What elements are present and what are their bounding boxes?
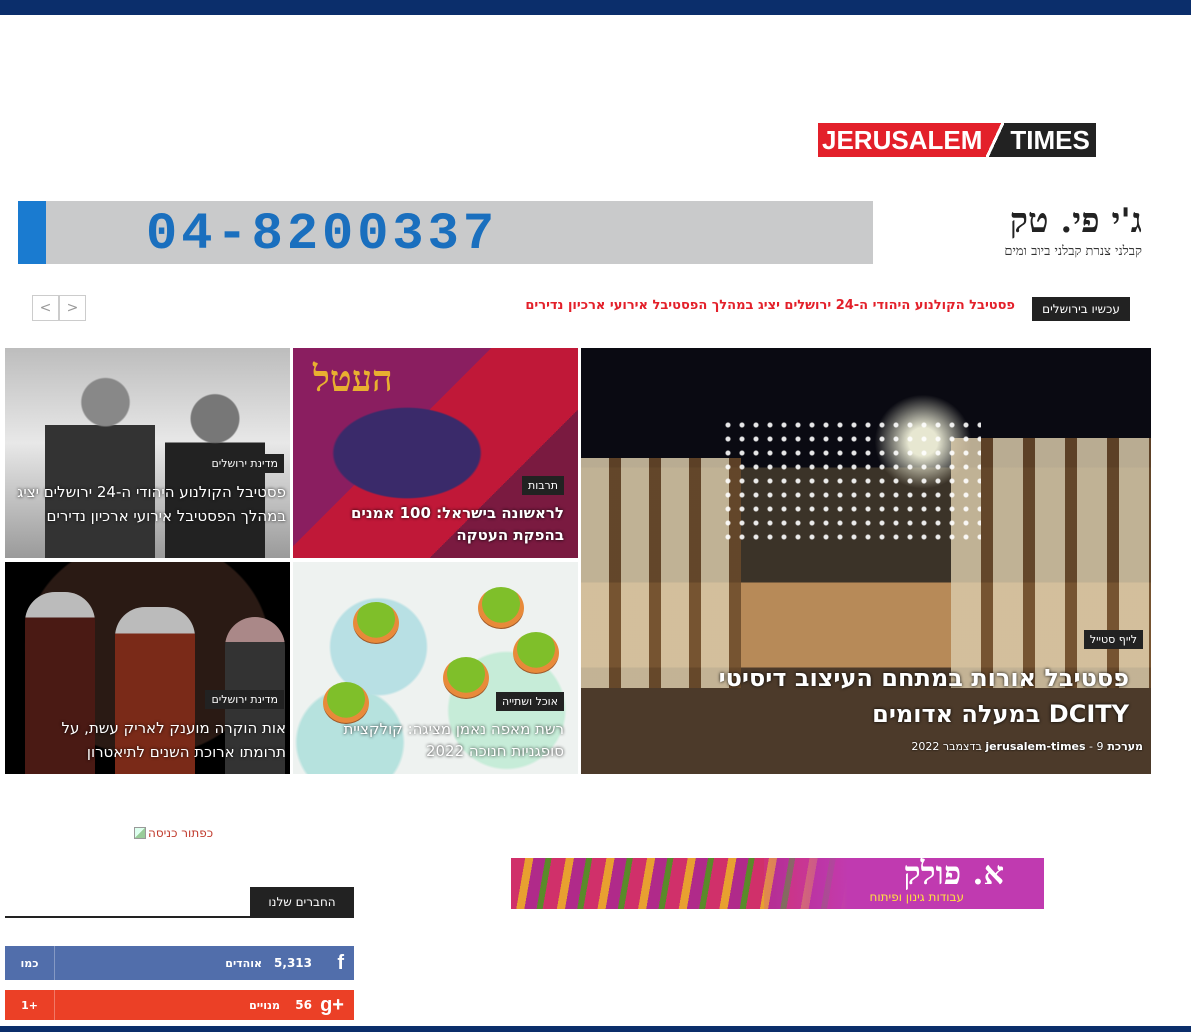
googleplus-plus-one-button[interactable]: 1+ <box>5 990 55 1020</box>
tile-headline[interactable]: פסטיבל הקולנוע היהודי ה-24 ירושלים יציג … <box>11 480 286 528</box>
friends-section-title: החברים שלנו <box>250 887 354 917</box>
ad-brand: א. פולק <box>903 858 1004 892</box>
friends-divider <box>5 916 354 918</box>
header-banner-ad[interactable]: 04-8200337 ג'י פי. טק קבלני צנרת קבלני ב… <box>18 201 1152 264</box>
tile-image-pastry <box>443 657 489 699</box>
category-badge[interactable]: מדינת ירושלים <box>205 690 284 709</box>
entry-button-image[interactable]: כפתור כניסה <box>134 826 213 840</box>
byline-author[interactable]: מערכת jerusalem-times <box>985 740 1143 753</box>
logo-part-1: JERUSALEM <box>818 123 987 157</box>
tile-headline[interactable]: לראשונה בישראל: 100 אמנים בהפקת העטקה <box>304 502 564 546</box>
site-logo[interactable]: JERUSALEM TIMES <box>818 123 1096 157</box>
tile-image-pastry <box>513 632 559 674</box>
tile-image-person-1 <box>45 368 155 558</box>
logo-part-2: TIMES <box>1004 123 1096 157</box>
banner-tagline: קבלני צנרת קבלני ביוב ומים <box>1004 244 1142 259</box>
bottom-bar <box>0 1026 1191 1032</box>
top-bar <box>0 0 1191 15</box>
tile-headline[interactable]: אות הוקרה מוענק לאריק עשת, על תרומתו ארו… <box>11 716 287 764</box>
sidebar-ad-banner[interactable]: א. פולק עבודות גינון ופיתוח <box>511 858 1044 909</box>
ticker-headline-link[interactable]: פסטיבל הקולנוע היהודי ה-24 ירושלים יציג … <box>525 298 1015 313</box>
ticker-pager: < > <box>32 295 86 321</box>
ticker-label: עכשיו בירושלים <box>1032 297 1130 321</box>
ticker-next-button[interactable]: > <box>59 295 86 321</box>
googleplus-icon[interactable]: g+ <box>320 994 344 1017</box>
featured-tile-main[interactable]: לייף סטייל פסטיבל אורות במתחם העיצוב דיס… <box>581 348 1151 774</box>
ad-tagline: עבודות גינון ופיתוח <box>869 890 964 904</box>
tile-byline: מערכת jerusalem-times - 9 בדצמבר 2022 <box>911 740 1143 753</box>
logo-separator <box>986 123 1005 157</box>
broken-image-icon <box>134 827 146 839</box>
googleplus-count: 56 <box>295 998 312 1012</box>
tile-image-building-left <box>581 458 741 688</box>
facebook-counter: כמו אוהדים 5,313 f <box>5 946 354 980</box>
facebook-like-button[interactable]: כמו <box>5 946 55 980</box>
facebook-count: 5,313 <box>274 956 312 970</box>
entry-button-alt-text: כפתור כניסה <box>148 826 214 840</box>
facebook-count-label: אוהדים <box>225 956 262 970</box>
tile-headline[interactable]: פסטיבל אורות במתחם העיצוב דיסיטי DCITY ב… <box>649 660 1129 732</box>
banner-phone: 04-8200337 <box>146 205 499 264</box>
tile-image-pastry <box>353 602 399 644</box>
ticker-prev-button[interactable]: < <box>32 295 59 321</box>
category-badge[interactable]: תרבות <box>521 476 564 495</box>
tile-image-title-art: העטל <box>313 358 393 400</box>
googleplus-count-label: מנויים <box>249 998 280 1012</box>
featured-tile-food[interactable]: אוכל ושתייה רשת מאפה נאמן מציגה: קולקציי… <box>293 562 578 774</box>
category-badge[interactable]: מדינת ירושלים <box>205 454 284 473</box>
banner-brand: ג'י פי. טק <box>1009 201 1142 241</box>
tile-image-lights <box>721 418 981 548</box>
facebook-icon[interactable]: f <box>337 952 344 975</box>
category-badge[interactable]: אוכל ושתייה <box>495 692 564 711</box>
banner-stripe <box>18 201 46 264</box>
byline-separator: - <box>1089 740 1097 753</box>
tile-image-building-right <box>951 438 1151 688</box>
featured-tile-theater[interactable]: מדינת ירושלים אות הוקרה מוענק לאריק עשת,… <box>5 562 290 774</box>
featured-tile-culture[interactable]: העטל תרבות לראשונה בישראל: 100 אמנים בהפ… <box>293 348 578 558</box>
tile-headline[interactable]: רשת מאפה נאמן מציגה: קולקציית סופגניות ח… <box>299 718 564 762</box>
tile-image-pastry <box>478 587 524 629</box>
category-badge[interactable]: לייף סטייל <box>1083 630 1143 649</box>
googleplus-counter: 1+ מנויים 56 g+ <box>5 990 354 1020</box>
tile-image-person-2 <box>165 388 265 558</box>
featured-tile-film-festival[interactable]: מדינת ירושלים פסטיבל הקולנוע היהודי ה-24… <box>5 348 290 558</box>
